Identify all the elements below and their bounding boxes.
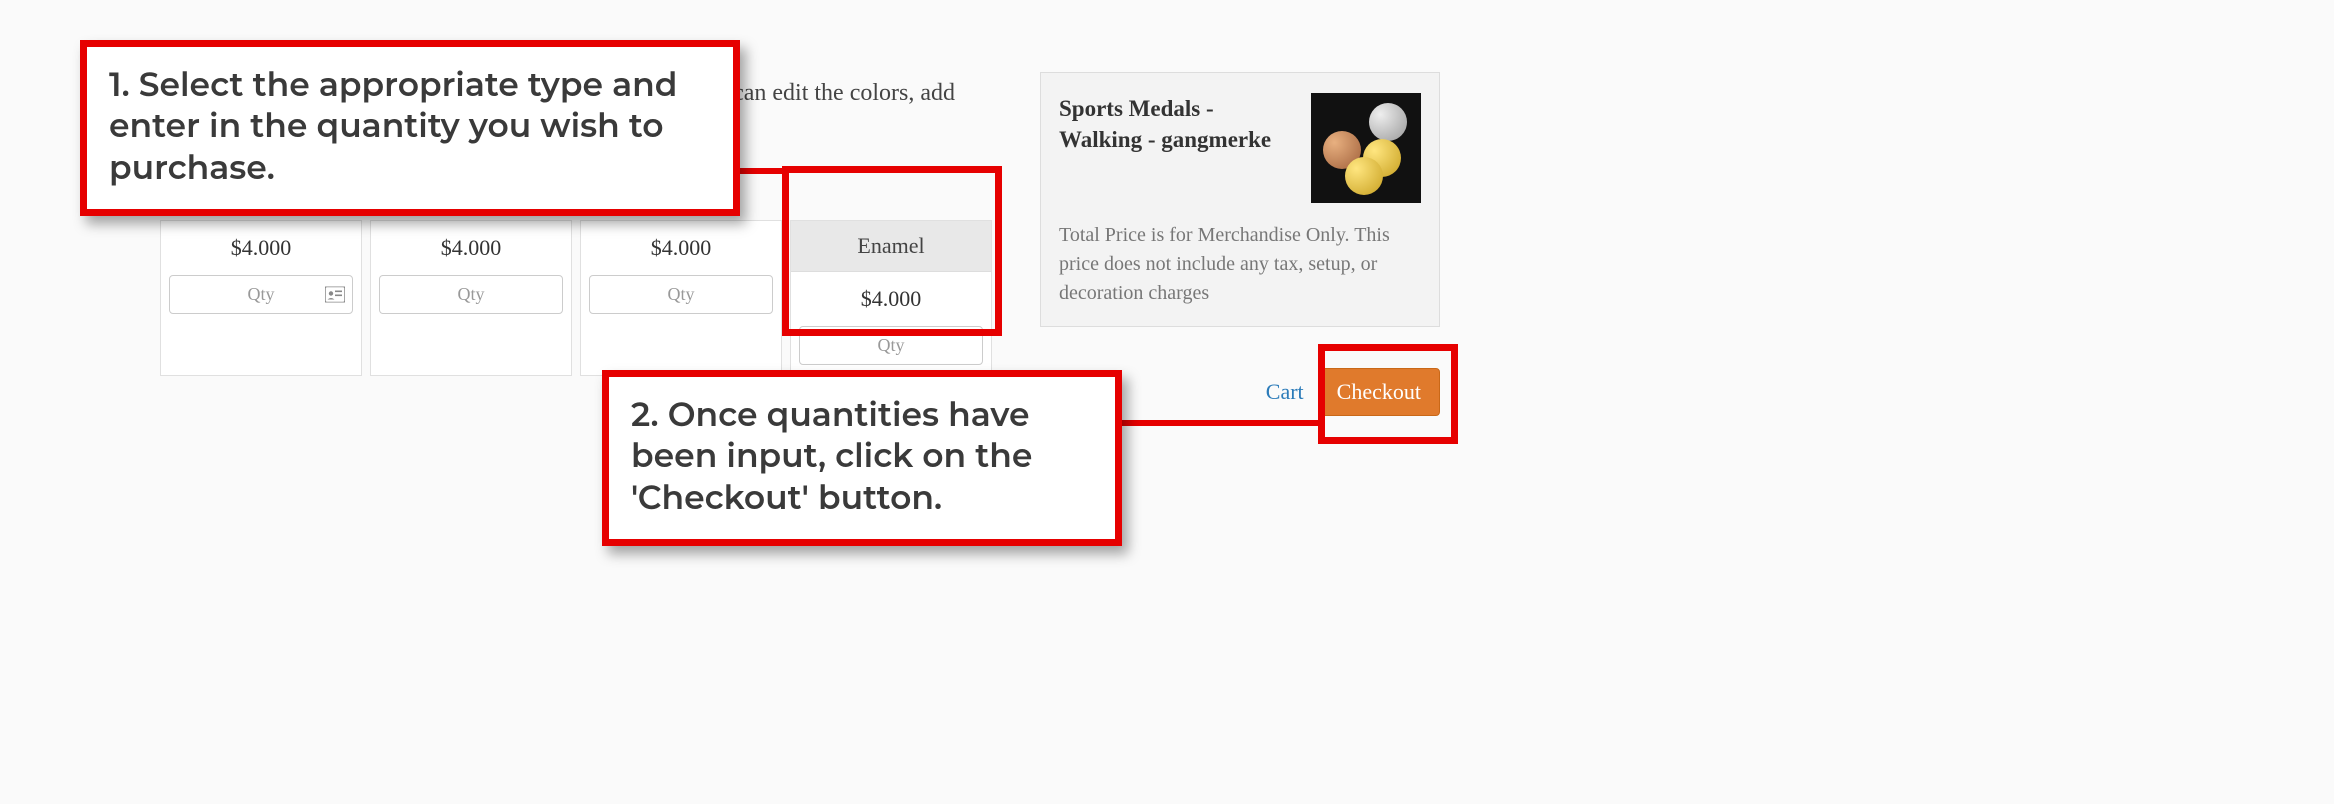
id-card-icon [325,286,345,307]
quantity-input[interactable] [379,275,563,314]
price-cell: $4.000 [791,272,991,320]
price-cell: $4.000 [581,221,781,269]
pricing-column: $4.000 [580,220,782,376]
cart-link[interactable]: Cart [1266,379,1304,405]
annotation-connector [1122,420,1322,426]
annotation-callout-1: 1. Select the appropriate type and enter… [80,40,740,216]
pricing-column: $4.000 [370,220,572,376]
pricing-row: $4.000 $4.000 $4.000 Enamel $4.000 [160,220,992,376]
quantity-input[interactable] [799,326,983,365]
product-title: Sports Medals - Walking - gangmerke [1059,93,1297,203]
price-disclaimer: Total Price is for Merchandise Only. Thi… [1059,221,1421,308]
product-summary-card: Sports Medals - Walking - gangmerke Tota… [1040,72,1440,327]
quantity-input[interactable] [589,275,773,314]
checkout-button[interactable]: Checkout [1318,368,1440,416]
pricing-column: $4.000 [160,220,362,376]
annotation-connector [740,168,786,174]
column-header: Enamel [791,221,991,272]
price-cell: $4.000 [371,221,571,269]
pricing-column-enamel: Enamel $4.000 [790,220,992,376]
product-thumbnail [1311,93,1421,203]
annotation-callout-2: 2. Once quantities have been input, clic… [602,370,1122,546]
price-cell: $4.000 [161,221,361,269]
